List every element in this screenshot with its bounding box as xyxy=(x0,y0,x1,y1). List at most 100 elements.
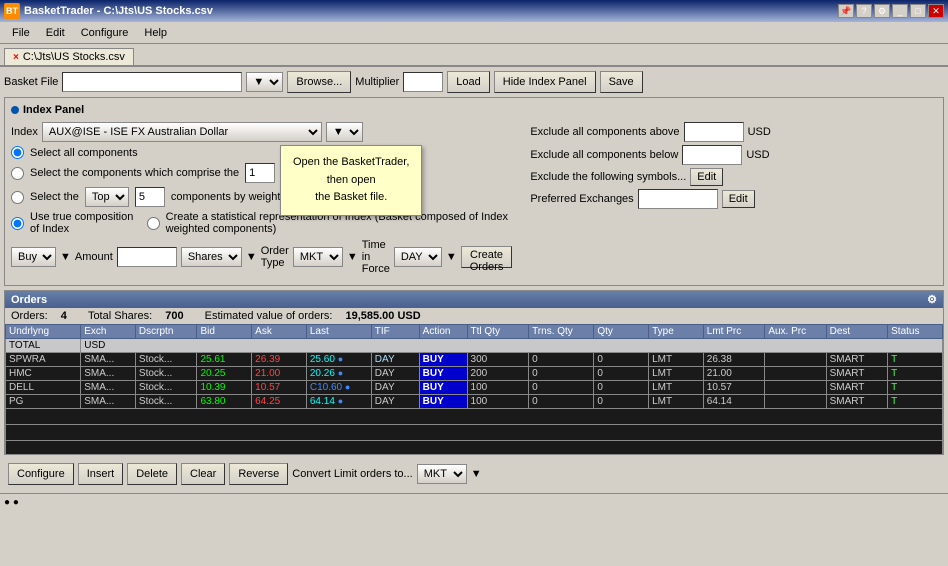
table-row-dell[interactable]: DELL SMA... Stock... 10.39 10.57 C10.60 … xyxy=(6,381,943,395)
config-button[interactable]: ⚙ xyxy=(874,4,890,18)
radio-top-input[interactable] xyxy=(11,191,24,204)
bottom-toolbar: Configure Insert Delete Clear Reverse Co… xyxy=(4,459,944,489)
load-button[interactable]: Load xyxy=(447,71,489,93)
basket-file-label: Basket File xyxy=(4,76,58,88)
index-dropdown[interactable]: AUX@ISE - ISE FX Australian Dollar xyxy=(42,122,322,142)
help-button[interactable]: ? xyxy=(856,4,872,18)
gear-icon[interactable]: ⚙ xyxy=(927,293,937,306)
tab-close-icon[interactable]: × xyxy=(13,52,19,63)
radio-comprise: Select the components which comprise the… xyxy=(11,163,512,183)
orders-count-label: Orders: xyxy=(11,310,48,322)
table-row-total[interactable]: TOTAL USD xyxy=(6,339,943,353)
total-symbol: TOTAL xyxy=(6,339,81,353)
browse-button[interactable]: Browse... xyxy=(287,71,351,93)
exclude-below-input[interactable] xyxy=(682,145,742,165)
tooltip-line3: the Basket file. xyxy=(315,191,387,203)
buy-sell-dropdown[interactable]: Buy xyxy=(11,247,56,267)
tab-label: C:\Jts\US Stocks.csv xyxy=(23,51,125,63)
insert-button[interactable]: Insert xyxy=(78,463,124,485)
hmc-trns: 0 xyxy=(529,367,594,381)
window-controls[interactable]: 📌 ? ⚙ _ □ ✕ xyxy=(838,4,944,18)
save-button[interactable]: Save xyxy=(600,71,643,93)
table-row-spwra[interactable]: SPWRA SMA... Stock... 25.61 26.39 25.60 … xyxy=(6,353,943,367)
exclude-edit-button[interactable]: Edit xyxy=(690,168,723,186)
pg-qty: 0 xyxy=(594,395,649,409)
pg-dest: SMART xyxy=(826,395,888,409)
exclude-below-label: Exclude all components below xyxy=(530,149,678,161)
col-header-trns: Trns. Qty xyxy=(529,325,594,339)
file-tab[interactable]: × C:\Jts\US Stocks.csv xyxy=(4,48,134,65)
close-button[interactable]: ✕ xyxy=(928,4,944,18)
configure-button[interactable]: Configure xyxy=(8,463,74,485)
dell-symbol: DELL xyxy=(6,381,81,395)
hide-panel-button[interactable]: Hide Index Panel xyxy=(494,71,596,93)
delete-button[interactable]: Delete xyxy=(127,463,177,485)
table-row-hmc[interactable]: HMC SMA... Stock... 20.25 21.00 20.26 ● … xyxy=(6,367,943,381)
col-header-qty: Qty xyxy=(594,325,649,339)
pin-button[interactable]: 📌 xyxy=(838,4,854,18)
tooltip-overlay: Open the BasketTrader, then open the Bas… xyxy=(280,145,422,216)
hmc-dest: SMART xyxy=(826,367,888,381)
pg-type: LMT xyxy=(649,395,704,409)
reverse-button[interactable]: Reverse xyxy=(229,463,288,485)
spwra-type: LMT xyxy=(649,353,704,367)
basket-file-dropdown[interactable]: ▼ xyxy=(246,72,283,92)
preferred-edit-button[interactable]: Edit xyxy=(722,190,755,208)
index-type-dropdown[interactable]: ▼ xyxy=(326,122,363,142)
shares-type-dropdown[interactable]: Shares xyxy=(181,247,242,267)
minimize-button[interactable]: _ xyxy=(892,4,908,18)
col-header-bid: Bid xyxy=(197,325,252,339)
comprise-pct-input[interactable] xyxy=(245,163,275,183)
col-header-type: Type xyxy=(649,325,704,339)
create-orders-button[interactable]: Create Orders xyxy=(461,246,513,268)
dell-type: LMT xyxy=(649,381,704,395)
convert-dropdown[interactable]: MKT xyxy=(417,464,467,484)
top-num-input[interactable] xyxy=(135,187,165,207)
pg-bid: 63.80 xyxy=(197,395,252,409)
col-header-action: Action xyxy=(419,325,467,339)
pg-exch: SMA... xyxy=(81,395,136,409)
tif-dropdown[interactable]: DAY xyxy=(394,247,442,267)
top-bottom-dropdown[interactable]: Top xyxy=(85,187,129,207)
order-type-label: Order Type xyxy=(261,245,289,269)
table-row-pg[interactable]: PG SMA... Stock... 63.80 64.25 64.14 ● D… xyxy=(6,395,943,409)
hmc-ask: 21.00 xyxy=(252,367,307,381)
radio-comprise-input[interactable] xyxy=(11,167,24,180)
basket-file-input[interactable]: C:\Jts\US Stocks.csv xyxy=(62,72,242,92)
radio-statistical-input[interactable] xyxy=(147,217,160,230)
order-type-dropdown[interactable]: MKT xyxy=(293,247,343,267)
menu-configure[interactable]: Configure xyxy=(73,25,137,41)
menu-edit[interactable]: Edit xyxy=(38,25,73,41)
orders-section: Orders ⚙ Orders: 4 Total Shares: 700 Est… xyxy=(4,290,944,455)
estimated-value: 19,585.00 USD xyxy=(345,310,420,322)
hmc-desc: Stock... xyxy=(135,367,197,381)
index-panel: Index Panel Index AUX@ISE - ISE FX Austr… xyxy=(4,97,944,286)
pg-symbol: PG xyxy=(6,395,81,409)
radio-true-comp-input[interactable] xyxy=(11,217,24,230)
orders-table-wrapper[interactable]: Undrlyng Exch Dscrptn Bid Ask Last TIF A… xyxy=(5,324,943,454)
hmc-type: LMT xyxy=(649,367,704,381)
spwra-last: 25.60 ● xyxy=(306,353,371,367)
shares-arrow-icon: ▼ xyxy=(246,251,257,263)
basket-file-row: Basket File C:\Jts\US Stocks.csv ▼ Brows… xyxy=(4,71,944,93)
maximize-button[interactable]: □ xyxy=(910,4,926,18)
amount-input[interactable]: 1000 xyxy=(117,247,177,267)
table-row-empty-3 xyxy=(6,441,943,455)
radio-select-label: Select the xyxy=(30,191,79,203)
menu-help[interactable]: Help xyxy=(136,25,175,41)
spwra-dest: SMART xyxy=(826,353,888,367)
preferred-label: Preferred Exchanges xyxy=(530,193,633,205)
multiplier-input[interactable]: 1 xyxy=(403,72,443,92)
dell-qty: 0 xyxy=(594,381,649,395)
preferred-input[interactable] xyxy=(638,189,718,209)
title-bar: BT BasketTrader - C:\Jts\US Stocks.csv 📌… xyxy=(0,0,948,22)
dell-ttlqty: 100 xyxy=(467,381,529,395)
dell-trns: 0 xyxy=(529,381,594,395)
table-header-row: Undrlyng Exch Dscrptn Bid Ask Last TIF A… xyxy=(6,325,943,339)
exclude-above-input[interactable] xyxy=(684,122,744,142)
radio-all-components-input[interactable] xyxy=(11,146,24,159)
dell-bid: 10.39 xyxy=(197,381,252,395)
clear-button[interactable]: Clear xyxy=(181,463,225,485)
menu-file[interactable]: File xyxy=(4,25,38,41)
radio-top: Select the Top components by weight xyxy=(11,187,512,207)
